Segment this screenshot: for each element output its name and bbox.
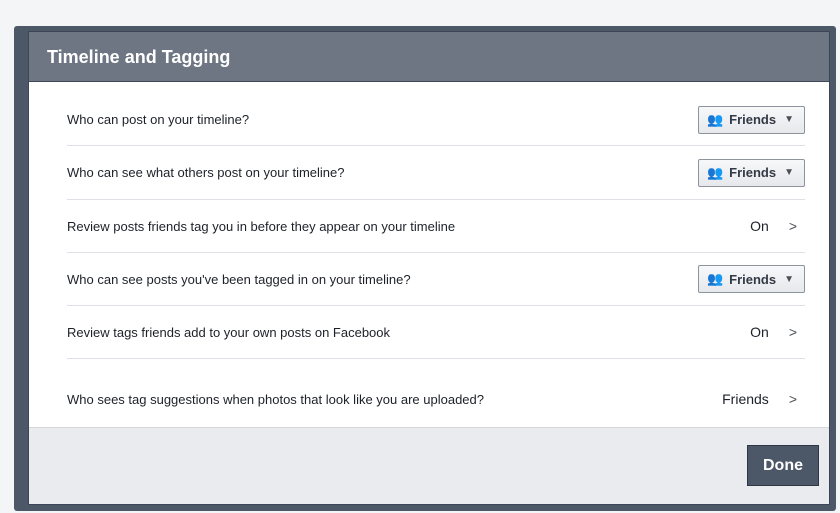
people-icon: 👥 [706, 271, 724, 286]
audience-selector-who-can-post[interactable]: 👥 Friends ▼ [697, 105, 805, 134]
setting-question: Who can post on your timeline? [67, 112, 250, 127]
caret-down-icon: ▼ [784, 167, 794, 178]
caret-down-icon: ▼ [784, 273, 794, 285]
setting-row-who-can-post: Who can post on your timeline? 👥 Friends… [67, 94, 805, 146]
setting-row-review-tags-on-own-posts: Review tags friends add to your own post… [67, 306, 805, 359]
setting-question: Who can see posts you've been tagged in … [67, 271, 411, 287]
audience-value: Friends [729, 165, 777, 180]
chevron-right-icon: > [788, 391, 797, 407]
audience-selector-who-can-see-tagged-posts[interactable]: 👥 Friends ▼ [697, 265, 805, 293]
setting-question: Review tags friends add to your own post… [67, 324, 391, 340]
settings-list: Who can post on your timeline? 👥 Friends… [67, 94, 805, 439]
timeline-tagging-dialog: Timeline and Tagging Who can post on you… [14, 26, 836, 511]
edit-review-tagged-posts[interactable]: On > [750, 218, 805, 234]
chevron-right-icon: > [788, 218, 797, 234]
setting-value: Friends [722, 391, 769, 407]
caret-down-icon: ▼ [784, 114, 794, 125]
setting-value: On [750, 324, 769, 340]
people-icon: 👥 [706, 164, 724, 180]
edit-review-tags-on-own-posts[interactable]: On > [750, 324, 805, 340]
audience-selector-who-can-see-others-posts[interactable]: 👥 Friends ▼ [697, 158, 805, 187]
dialog-body: Timeline and Tagging Who can post on you… [28, 31, 830, 505]
setting-row-who-can-see-tagged-posts: Who can see posts you've been tagged in … [67, 253, 805, 306]
setting-question: Who sees tag suggestions when photos tha… [67, 391, 484, 407]
setting-value: On [750, 218, 769, 234]
done-button[interactable]: Done [747, 445, 819, 486]
dialog-footer: Done [29, 427, 829, 504]
people-icon: 👥 [706, 111, 724, 127]
dialog-title: Timeline and Tagging [29, 32, 829, 82]
audience-value: Friends [729, 112, 777, 127]
edit-tag-suggestions[interactable]: Friends > [722, 391, 805, 407]
setting-question: Review posts friends tag you in before t… [67, 218, 456, 234]
setting-row-who-can-see-others-posts: Who can see what others post on your tim… [67, 146, 805, 200]
audience-value: Friends [729, 271, 777, 287]
setting-question: Who can see what others post on your tim… [67, 165, 345, 180]
setting-row-review-tagged-posts: Review posts friends tag you in before t… [67, 200, 805, 253]
chevron-right-icon: > [788, 324, 797, 340]
